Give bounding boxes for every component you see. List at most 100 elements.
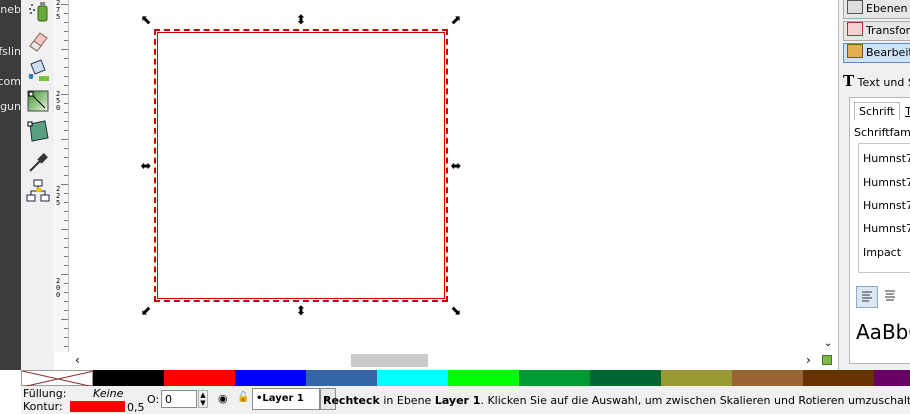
opacity-label: O: — [147, 393, 160, 406]
scale-handle-top-right[interactable]: ⬈ — [449, 14, 463, 28]
ruler-tick — [64, 337, 68, 338]
strip-item[interactable]: gun — [0, 97, 21, 117]
stroke-color-swatch[interactable] — [70, 401, 125, 412]
strip-item[interactable]: ineb — [0, 0, 21, 20]
ruler-tick — [64, 346, 68, 347]
ruler-tick — [64, 238, 68, 239]
ruler-tick — [61, 49, 68, 50]
toolbox — [21, 0, 54, 370]
font-list-item[interactable]: Humnst7 — [863, 152, 910, 165]
align-left-icon — [862, 291, 872, 302]
font-list-item[interactable]: Impact — [863, 246, 901, 259]
vertical-ruler[interactable]: 2 7 5 2 5 0 2 2 5 2 0 0 — [54, 0, 69, 352]
ruler-tick — [64, 301, 68, 302]
color-swatch[interactable] — [377, 370, 448, 386]
paint-bucket-tool[interactable] — [25, 56, 51, 82]
ruler-tick — [64, 166, 68, 167]
ruler-tick — [64, 247, 68, 248]
ruler-tick — [64, 76, 68, 77]
spray-tool[interactable] — [25, 0, 51, 26]
color-swatch[interactable] — [732, 370, 803, 386]
ruler-tick — [64, 130, 68, 131]
dropper-tool[interactable] — [25, 150, 51, 176]
drawing-canvas[interactable]: ⬉ ⬍ ⬈ ⬌ ⬌ ⬋ ⬍ ⬊ — [69, 0, 821, 352]
scale-handle-left[interactable]: ⬌ — [139, 160, 153, 174]
color-swatch[interactable] — [803, 370, 874, 386]
layers-icon — [847, 0, 863, 14]
horizontal-scroll-thumb[interactable] — [351, 354, 428, 367]
color-swatch[interactable] — [519, 370, 590, 386]
scale-handle-top[interactable]: ⬍ — [294, 14, 308, 28]
color-swatch[interactable] — [164, 370, 235, 386]
color-swatch[interactable] — [590, 370, 661, 386]
font-family-label: Schriftfam — [854, 126, 910, 139]
spray-icon — [29, 2, 48, 22]
color-swatch[interactable] — [874, 370, 910, 386]
strip-item[interactable]: fslin — [0, 42, 21, 62]
ruler-tick — [61, 229, 68, 230]
horizontal-scrollbar[interactable]: ‹ › — [69, 352, 838, 369]
gradient-tool[interactable] — [25, 88, 51, 114]
ruler-tick — [61, 4, 68, 5]
no-paint-icon — [21, 370, 95, 388]
text-tool-icon: T — [843, 72, 855, 90]
vertical-scrollbar[interactable]: ⌄ — [821, 0, 838, 352]
zoom-corner-icon[interactable] — [822, 355, 832, 365]
color-swatch[interactable] — [93, 370, 164, 386]
align-left-button[interactable] — [856, 286, 878, 308]
scale-handle-bottom[interactable]: ⬍ — [294, 305, 308, 319]
text-panel-body: Schrift Te Schriftfam Humnst7 Humnst7 Hu… — [849, 97, 910, 364]
layers-panel-button[interactable]: Ebenen ( — [843, 0, 910, 19]
selected-rectangle[interactable] — [154, 29, 448, 302]
ruler-label: 2 7 5 — [56, 0, 61, 21]
layer-dropdown[interactable]: •Layer 1 — [252, 388, 320, 410]
visibility-eye-icon[interactable]: ◉ — [218, 392, 228, 405]
eraser-tool[interactable] — [25, 28, 51, 54]
color-swatch[interactable] — [448, 370, 519, 386]
ruler-tick — [64, 31, 68, 32]
opacity-spinner[interactable]: ▲ ▼ — [198, 390, 208, 408]
scale-handle-bottom-right[interactable]: ⬊ — [449, 305, 463, 319]
scroll-right-icon[interactable]: › — [806, 353, 811, 367]
stroke-width[interactable]: 0,5 — [127, 401, 145, 414]
ruler-tick — [61, 139, 68, 140]
font-list-item[interactable]: Humnst7 — [863, 199, 910, 212]
ruler-tick — [64, 58, 68, 59]
opacity-input[interactable]: 0 — [161, 390, 197, 408]
swatch-none[interactable] — [21, 370, 95, 388]
ruler-tick — [64, 40, 68, 41]
ruler-tick — [64, 193, 68, 194]
scale-handle-top-left[interactable]: ⬉ — [139, 14, 153, 28]
ruler-tick — [64, 175, 68, 176]
align-center-button[interactable] — [880, 286, 900, 306]
ruler-tick — [64, 103, 68, 104]
ruler-tick — [61, 184, 68, 185]
color-swatch[interactable] — [661, 370, 732, 386]
tab-font[interactable]: Schrift — [854, 102, 900, 120]
tab-text[interactable]: Te — [903, 103, 910, 120]
color-swatch[interactable] — [235, 370, 306, 386]
strip-item[interactable]: com — [0, 72, 21, 92]
scroll-left-icon[interactable]: ‹ — [75, 353, 80, 367]
scroll-down-icon[interactable]: ⌄ — [824, 338, 832, 349]
ruler-label: 2 5 0 — [56, 90, 61, 112]
scale-handle-bottom-left[interactable]: ⬋ — [139, 305, 153, 319]
connector-tool[interactable] — [25, 178, 51, 204]
lock-icon[interactable]: 🔓 — [237, 392, 249, 403]
font-list-item[interactable]: Humnst7 — [863, 222, 910, 235]
dock-panel: Ebenen ( Transforn Bearbeitu T Text und … — [838, 0, 910, 370]
transform-panel-button[interactable]: Transforn — [843, 21, 910, 41]
edit-icon — [847, 44, 863, 58]
color-swatch[interactable] — [306, 370, 377, 386]
font-list-item[interactable]: Humnst7 — [863, 176, 910, 189]
ruler-tick — [64, 292, 68, 293]
edit-panel-button[interactable]: Bearbeitu — [843, 43, 910, 63]
ruler-tick — [64, 85, 68, 86]
mesh-tool[interactable] — [25, 118, 51, 144]
fill-value[interactable]: Keine — [93, 387, 123, 400]
font-list[interactable]: Humnst7 Humnst7 Humnst7 Humnst7 Impact — [858, 143, 910, 273]
status-message: Rechteck in Ebene Layer 1. Klicken Sie a… — [323, 394, 910, 407]
font-tabs: Schrift Te — [854, 102, 910, 120]
ruler-tick — [64, 13, 68, 14]
scale-handle-right[interactable]: ⬌ — [449, 160, 463, 174]
